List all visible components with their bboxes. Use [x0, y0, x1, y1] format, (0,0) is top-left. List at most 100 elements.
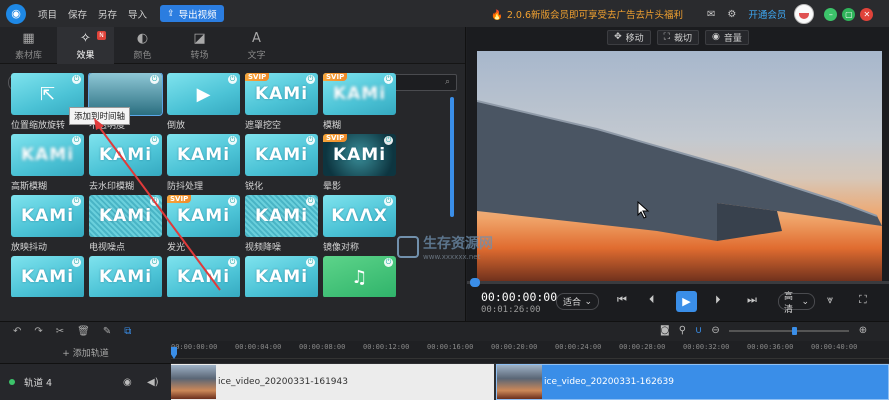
tab-media-library[interactable]: ▦ 素材库 [0, 27, 57, 64]
download-icon[interactable]: ⏻ [228, 75, 237, 84]
effect-label: 晕影 [323, 182, 342, 192]
timeline-clip[interactable]: ice_video_20200331-161943 [171, 364, 494, 400]
vip-link[interactable]: 开通会员 [748, 7, 786, 21]
effect-item[interactable]: KΛΛX ⏻ 镜像对称 [323, 195, 396, 253]
media-library-icon: ▦ [22, 30, 35, 46]
camera-icon[interactable]: ◙ [660, 325, 670, 336]
progress-handle[interactable] [470, 278, 480, 287]
effect-item[interactable]: ♫ ⏻ [323, 256, 396, 297]
effect-item[interactable]: KAMi ⏻ [89, 256, 162, 297]
effect-item[interactable]: KAMi ⏻ 电视噪点 [89, 195, 162, 253]
effect-item[interactable]: KAMi ⏻ 高斯模糊 [11, 134, 84, 192]
play-icon: ▶ [682, 295, 691, 308]
download-icon[interactable]: ⏻ [228, 136, 237, 145]
quality-select[interactable]: 高清 ⌄ [778, 292, 815, 315]
track-header: 轨道 4 ◉ ◀) [0, 363, 171, 400]
download-icon[interactable]: ⏻ [228, 197, 237, 206]
effect-item[interactable]: KAMi ⏻ [167, 256, 240, 297]
split-icon[interactable]: ✂ [56, 326, 64, 337]
volume-icon[interactable]: ◀) [147, 377, 159, 388]
kami-logo: KAMi [98, 206, 153, 226]
effect-item[interactable]: KAMi SVIP ⏻ 遮罩挖空 [245, 73, 318, 131]
download-icon[interactable]: ⏻ [150, 197, 159, 206]
effect-item[interactable]: KAMi ⏻ [11, 256, 84, 297]
download-icon[interactable]: ⏻ [228, 258, 237, 267]
skip-end-icon[interactable]: ⏭ [747, 293, 757, 307]
download-icon[interactable]: ⏻ [150, 75, 159, 84]
kami-logo: KAMi [254, 145, 309, 165]
minimize-icon[interactable]: – [824, 7, 838, 21]
eye-icon[interactable]: ◉ [123, 377, 132, 388]
delete-icon[interactable]: 🗑 [77, 326, 90, 337]
promo-banner[interactable]: 🔥 2.0.6新版会员即可享受去广告去片头福利 [491, 7, 683, 21]
step-back-icon[interactable]: ⏴ [649, 293, 655, 307]
download-icon[interactable]: ⏻ [384, 75, 393, 84]
skip-start-icon[interactable]: ⏮ [617, 293, 627, 307]
download-icon[interactable]: ⏻ [306, 75, 315, 84]
download-icon[interactable]: ⏻ [72, 258, 81, 267]
marker-icon[interactable]: ⚲ [679, 325, 686, 336]
effect-item[interactable]: KAMi ⏻ 去水印模糊 [89, 134, 162, 192]
add-track-button[interactable]: + 添加轨道 [0, 341, 171, 363]
effect-item[interactable]: KAMi ⏻ [245, 256, 318, 297]
volume-button[interactable]: ◉ 音量 [705, 29, 749, 45]
download-icon[interactable]: ⏻ [306, 258, 315, 267]
effect-item[interactable]: KAMi ⏻ 锐化 [245, 134, 318, 192]
effect-item[interactable]: KAMi ⏻ 放映抖动 [11, 195, 84, 253]
download-icon[interactable]: ⏻ [150, 136, 159, 145]
avatar[interactable] [794, 4, 815, 24]
effect-item[interactable]: KAMi SVIP ⏻ 晕影 [323, 134, 396, 192]
download-icon[interactable]: ⏻ [72, 136, 81, 145]
fullscreen-icon[interactable]: ⛶ [859, 293, 867, 307]
timeline-ruler[interactable]: 00:00:00:00 00:00:04:00 00:00:08:00 00:00:1… [171, 341, 889, 359]
effect-label: 电视噪点 [89, 243, 126, 253]
message-icon[interactable]: ✉ [707, 9, 715, 20]
edit-icon[interactable]: ✎ [103, 326, 111, 337]
menu-save-as[interactable]: 另存 [98, 7, 117, 21]
video-preview[interactable] [477, 51, 882, 283]
collapse-icon[interactable]: ⩔ [827, 293, 833, 307]
zoom-slider[interactable] [728, 326, 849, 335]
download-icon[interactable]: ⏻ [150, 258, 159, 267]
effect-item[interactable]: ▶ ⏻ 倒放 [167, 73, 240, 131]
effect-item[interactable]: KAMi SVIP ⏻ 模糊 [323, 73, 396, 131]
download-icon[interactable]: ⏻ [384, 197, 393, 206]
download-icon[interactable]: ⏻ [72, 197, 81, 206]
playback-progress[interactable] [467, 278, 889, 287]
menu-save[interactable]: 保存 [68, 7, 87, 21]
move-button[interactable]: ✥ 移动 [607, 29, 651, 45]
redo-icon[interactable]: ↷ [34, 326, 42, 337]
effect-item[interactable]: KAMi SVIP ⏻ 发光 [167, 195, 240, 253]
menu-project[interactable]: 项目 [38, 7, 57, 21]
effect-item[interactable]: KAMi ⏻ 视频降噪 [245, 195, 318, 253]
step-forward-icon[interactable]: ⏵ [715, 293, 721, 307]
download-icon[interactable]: ⏻ [306, 136, 315, 145]
tab-text[interactable]: A 文字 [228, 27, 285, 64]
download-icon[interactable]: ⏻ [384, 258, 393, 267]
tab-color[interactable]: ◐ 颜色 [114, 27, 171, 64]
download-icon[interactable]: ⏻ [306, 197, 315, 206]
magnet-icon[interactable]: ∪ [695, 325, 702, 336]
timeline-clip[interactable]: ice_video_20200331-162639 [496, 364, 889, 400]
download-icon[interactable]: ⏻ [384, 136, 393, 145]
effects-scrollbar[interactable] [450, 97, 454, 217]
tab-label: 颜色 [133, 50, 152, 61]
undo-icon[interactable]: ↶ [13, 326, 21, 337]
effect-item[interactable]: KAMi ⏻ 防抖处理 [167, 134, 240, 192]
zoom-out-icon[interactable]: ⊖ [711, 325, 719, 336]
close-icon[interactable]: ✕ [860, 7, 874, 21]
tab-transition[interactable]: ◪ 转场 [171, 27, 228, 64]
download-icon[interactable]: ⏻ [72, 75, 81, 84]
gear-icon[interactable]: ⚙ [727, 9, 736, 20]
menu-import[interactable]: 导入 [128, 7, 147, 21]
tab-effects[interactable]: ✧ 效果 N [57, 27, 114, 64]
fit-select[interactable]: 适合 ⌄ [556, 293, 599, 310]
export-video-button[interactable]: ⇪ 导出视频 [160, 5, 224, 22]
snap-icon[interactable]: ⧉ [124, 326, 131, 337]
maximize-icon[interactable]: ▢ [842, 7, 856, 21]
play-button[interactable]: ▶ [676, 291, 697, 312]
zoom-in-icon[interactable]: ⊕ [859, 325, 867, 336]
crop-button[interactable]: ⛶ 裁切 [656, 29, 699, 45]
zoom-handle[interactable] [791, 326, 797, 335]
effect-label: 高斯模糊 [11, 182, 48, 192]
